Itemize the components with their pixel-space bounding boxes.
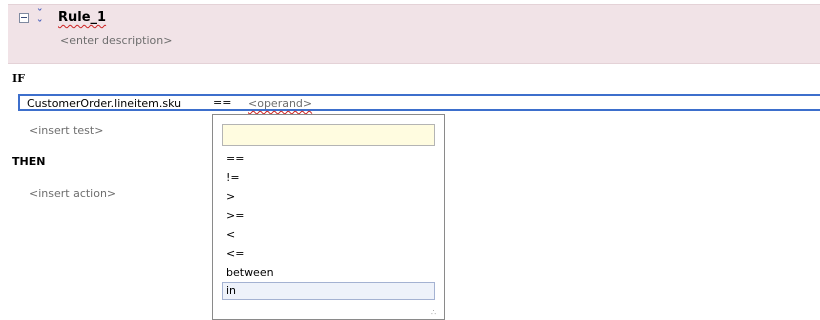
- operator-option[interactable]: between: [224, 264, 437, 282]
- insert-action-link[interactable]: <insert action>: [29, 187, 116, 200]
- collapse-icon[interactable]: [19, 13, 29, 23]
- operator-dropdown: == != > >= < <= between in ∴: [212, 114, 445, 320]
- then-label: THEN: [12, 155, 46, 168]
- operator-option-selected[interactable]: in: [222, 282, 435, 300]
- left-operand[interactable]: CustomerOrder.lineitem.sku: [27, 97, 181, 110]
- if-label: IF: [12, 72, 25, 85]
- resize-grip-icon[interactable]: ∴: [431, 309, 441, 317]
- operator-option[interactable]: <=: [224, 245, 437, 263]
- insert-test-link[interactable]: <insert test>: [29, 124, 103, 137]
- rule-description[interactable]: <enter description>: [60, 34, 172, 47]
- right-operand-placeholder[interactable]: <operand>: [248, 97, 312, 110]
- operator-option[interactable]: >=: [224, 207, 437, 225]
- operator-option[interactable]: ==: [224, 150, 437, 168]
- operator-option[interactable]: <: [224, 226, 437, 244]
- test-expression-row[interactable]: CustomerOrder.lineitem.sku == <operand>: [18, 94, 820, 111]
- rule-title[interactable]: Rule_1: [58, 10, 106, 25]
- operator[interactable]: ==: [213, 96, 231, 109]
- double-chevron-icon[interactable]: ˇˇ: [37, 8, 43, 30]
- operator-filter-input[interactable]: [222, 124, 435, 146]
- operator-option[interactable]: !=: [224, 169, 437, 187]
- operator-option[interactable]: >: [224, 188, 437, 206]
